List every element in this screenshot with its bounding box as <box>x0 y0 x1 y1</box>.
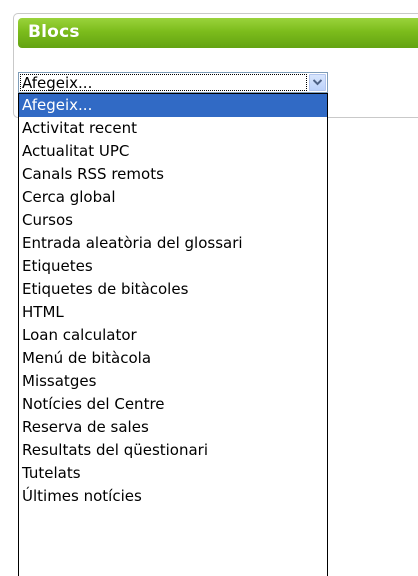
dropdown-options-list: Afegeix... Activitat recent Actualitat U… <box>18 93 328 576</box>
dropdown-option[interactable]: Activitat recent <box>19 117 327 140</box>
dropdown-option[interactable]: Actualitat UPC <box>19 140 327 163</box>
dropdown-option[interactable]: Loan calculator <box>19 324 327 347</box>
dropdown-option[interactable]: Entrada aleatòria del glossari <box>19 232 327 255</box>
blocks-title: Blocs <box>28 22 80 42</box>
dropdown-option[interactable]: HTML <box>19 301 327 324</box>
dropdown-option[interactable]: Cursos <box>19 209 327 232</box>
chevron-down-icon <box>313 79 322 86</box>
dropdown-option[interactable]: Etiquetes de bitàcoles <box>19 278 327 301</box>
blocks-header: Blocs <box>18 18 418 48</box>
dropdown-option[interactable]: Resultats del qüestionari <box>19 439 327 462</box>
dropdown-option[interactable]: Notícies del Centre <box>19 393 327 416</box>
dropdown-option[interactable]: Tutelats <box>19 462 327 485</box>
dropdown-option[interactable]: Últimes notícies <box>19 485 327 508</box>
dropdown-button[interactable] <box>309 74 326 91</box>
dropdown-option[interactable]: Etiquetes <box>19 255 327 278</box>
dropdown-option[interactable]: Missatges <box>19 370 327 393</box>
select-current-value: Afegeix... <box>22 74 93 92</box>
dropdown-option[interactable]: Afegeix... <box>19 94 327 117</box>
dropdown-option[interactable]: Reserva de sales <box>19 416 327 439</box>
dropdown-option[interactable]: Cerca global <box>19 186 327 209</box>
dropdown-option[interactable]: Canals RSS remots <box>19 163 327 186</box>
page: Blocs Afegeix... Afegeix... Activitat re… <box>0 0 418 576</box>
add-block-select[interactable]: Afegeix... <box>18 72 328 93</box>
dropdown-option[interactable]: Menú de bitàcola <box>19 347 327 370</box>
